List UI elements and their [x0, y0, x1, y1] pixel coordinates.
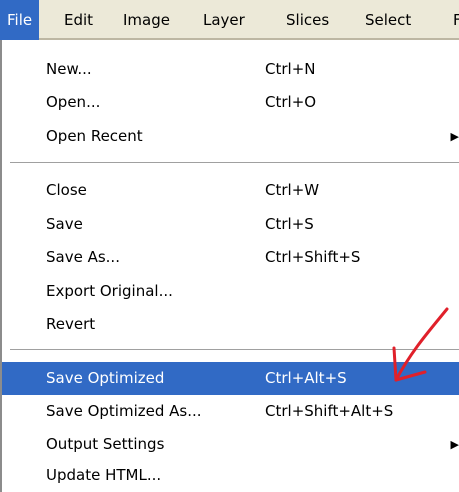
- menu-item-label: Export Original...: [46, 282, 173, 300]
- menu-item-label: Update HTML...: [46, 466, 162, 484]
- menu-item-export-original[interactable]: Export Original...: [2, 275, 459, 308]
- menu-bar: File Edit Image Layer Slices Select F: [0, 0, 459, 40]
- menu-file[interactable]: File: [0, 0, 40, 40]
- menu-item-label: Save Optimized As...: [46, 402, 202, 420]
- menu-item-label: Close: [46, 181, 87, 199]
- menu-item-label: Save As...: [46, 248, 120, 266]
- menu-item-label: New...: [46, 60, 92, 78]
- menu-item-shortcut: Ctrl+S: [265, 215, 314, 233]
- submenu-arrow-icon: ▶: [450, 130, 459, 143]
- menu-separator: [10, 162, 459, 164]
- menu-separator: [10, 349, 459, 351]
- menu-item-label: Open...: [46, 93, 101, 111]
- menu-item-label: Revert: [46, 315, 96, 333]
- menu-item-save-optimized[interactable]: Save Optimized Ctrl+Alt+S: [2, 362, 459, 395]
- menu-select[interactable]: Select: [358, 0, 418, 40]
- menu-item-shortcut: Ctrl+W: [265, 181, 320, 199]
- menu-filters[interactable]: F: [446, 0, 459, 40]
- submenu-arrow-icon: ▶: [450, 438, 459, 451]
- menu-image[interactable]: Image: [116, 0, 177, 40]
- menu-item-update-html[interactable]: Update HTML...: [2, 459, 459, 492]
- menu-item-label: Open Recent: [46, 127, 143, 145]
- menu-item-label: Output Settings: [46, 435, 165, 453]
- menu-item-label: Save: [46, 215, 83, 233]
- menu-edit[interactable]: Edit: [57, 0, 100, 40]
- menu-item-close[interactable]: Close Ctrl+W: [2, 174, 459, 207]
- file-menu-dropdown: New... Ctrl+N Open... Ctrl+O Open Recent…: [0, 40, 459, 492]
- menu-item-revert[interactable]: Revert: [2, 308, 459, 341]
- menu-item-new[interactable]: New... Ctrl+N: [2, 53, 459, 86]
- menu-item-shortcut: Ctrl+Shift+S: [265, 248, 361, 266]
- menu-slices[interactable]: Slices: [279, 0, 336, 40]
- menu-item-open[interactable]: Open... Ctrl+O: [2, 86, 459, 119]
- menu-item-save-as[interactable]: Save As... Ctrl+Shift+S: [2, 241, 459, 274]
- menu-item-open-recent[interactable]: Open Recent ▶: [2, 120, 459, 153]
- menu-item-shortcut: Ctrl+Alt+S: [265, 369, 347, 387]
- menu-item-output-settings[interactable]: Output Settings ▶: [2, 428, 459, 461]
- menu-item-shortcut: Ctrl+N: [265, 60, 316, 78]
- menu-item-save-optimized-as[interactable]: Save Optimized As... Ctrl+Shift+Alt+S: [2, 395, 459, 428]
- menu-item-label: Save Optimized: [46, 369, 165, 387]
- menu-item-shortcut: Ctrl+O: [265, 93, 317, 111]
- menu-item-save[interactable]: Save Ctrl+S: [2, 208, 459, 241]
- menu-item-shortcut: Ctrl+Shift+Alt+S: [265, 402, 394, 420]
- menu-layer[interactable]: Layer: [196, 0, 252, 40]
